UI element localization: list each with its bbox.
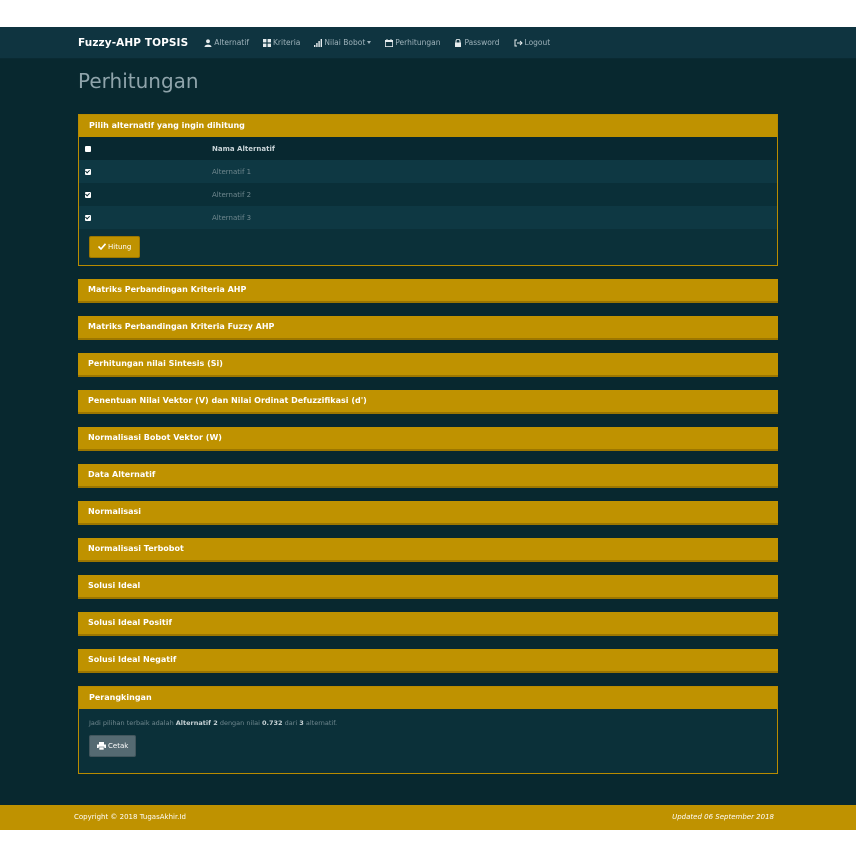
table-row: Alternatif 1 [79, 160, 777, 183]
footer: Copyright © 2018 TugasAkhir.Id Updated 0… [0, 805, 856, 830]
section-solusi-ideal[interactable]: Solusi Ideal [78, 575, 778, 599]
alternatives-table: Nama Alternatif Alternatif 1 Alternatif … [79, 137, 777, 229]
print-icon [97, 742, 106, 750]
signal-icon [314, 38, 323, 47]
ranking-heading: Perangkingan [79, 687, 777, 709]
ranking-body: Jadi pilihan terbaik adalah Alternatif 2… [79, 709, 777, 757]
section-nilai-vektor[interactable]: Penentuan Nilai Vektor (V) dan Nilai Ord… [78, 390, 778, 414]
section-normalisasi-terbobot[interactable]: Normalisasi Terbobot [78, 538, 778, 562]
select-all-cell [79, 137, 212, 160]
hitung-button-label: Hitung [108, 242, 132, 251]
nav-kriteria[interactable]: Kriteria [262, 38, 301, 47]
nav-password[interactable]: Password [454, 38, 500, 47]
nav-alternatif-label: Alternatif [214, 38, 249, 47]
result-prefix: Jadi pilihan terbaik adalah [89, 719, 174, 727]
nav-password-label: Password [464, 38, 500, 47]
caret-down-icon [367, 41, 372, 44]
select-all-checkbox[interactable] [85, 145, 91, 152]
nav-nilai-bobot-dropdown[interactable]: Nilai Bobot [314, 38, 372, 47]
user-icon [204, 38, 212, 47]
result-suffix: alternatif. [305, 719, 338, 727]
table-row: Alternatif 2 [79, 183, 777, 206]
nav-logout-label: Logout [524, 38, 551, 47]
best-alternative: Alternatif 2 [175, 719, 218, 727]
row-checkbox-cell [79, 183, 212, 206]
nav-logout[interactable]: Logout [514, 38, 551, 47]
section-solusi-ideal-positif[interactable]: Solusi Ideal Positif [78, 612, 778, 636]
alternative-count: 3 [299, 719, 304, 727]
row-checkbox[interactable] [85, 168, 91, 175]
page-title: Perhitungan [78, 69, 199, 93]
calendar-icon [385, 38, 394, 47]
cetak-button[interactable]: Cetak [89, 735, 137, 757]
result-mid: dengan nilai [219, 719, 260, 727]
app-window: Fuzzy-AHP TOPSIS Alternatif Kriteria Nil… [0, 27, 856, 830]
table-header-row: Nama Alternatif [79, 137, 777, 160]
result-from: dari [284, 719, 298, 727]
alternative-name: Alternatif 3 [212, 206, 777, 229]
grid-icon [262, 38, 271, 47]
check-icon [98, 243, 106, 250]
alternative-name: Alternatif 1 [212, 160, 777, 183]
select-panel-heading: Pilih alternatif yang ingin dihitung [79, 115, 777, 137]
nav-perhitungan-label: Perhitungan [395, 38, 441, 47]
brand-link[interactable]: Fuzzy-AHP TOPSIS [78, 37, 188, 49]
row-checkbox[interactable] [85, 214, 91, 221]
best-value: 0.732 [261, 719, 283, 727]
hitung-button-wrap: Hitung [79, 229, 777, 258]
logout-icon [514, 39, 523, 46]
section-sintesis[interactable]: Perhitungan nilai Sintesis (Si) [78, 353, 778, 377]
section-normalisasi-bobot[interactable]: Normalisasi Bobot Vektor (W) [78, 427, 778, 451]
cetak-button-label: Cetak [108, 742, 129, 750]
section-solusi-ideal-negatif[interactable]: Solusi Ideal Negatif [78, 649, 778, 673]
nav-perhitungan[interactable]: Perhitungan [385, 38, 440, 47]
ranking-panel: Perangkingan Jadi pilihan terbaik adalah… [78, 686, 778, 774]
row-checkbox[interactable] [85, 191, 91, 198]
nav-kriteria-label: Kriteria [272, 38, 301, 47]
footer-updated: Updated 06 September 2018 [672, 813, 774, 821]
select-alternatives-panel: Pilih alternatif yang ingin dihitung Nam… [78, 114, 778, 266]
row-checkbox-cell [79, 206, 212, 229]
nav-alternatif[interactable]: Alternatif [204, 38, 249, 47]
column-header-nama: Nama Alternatif [212, 137, 777, 160]
navbar: Fuzzy-AHP TOPSIS Alternatif Kriteria Nil… [0, 27, 856, 59]
footer-copyright: Copyright © 2018 TugasAkhir.Id [74, 813, 186, 821]
row-checkbox-cell [79, 160, 212, 183]
table-row: Alternatif 3 [79, 206, 777, 229]
section-normalisasi[interactable]: Normalisasi [78, 501, 778, 525]
section-matriks-fuzzy-ahp[interactable]: Matriks Perbandingan Kriteria Fuzzy AHP [78, 316, 778, 340]
section-data-alternatif[interactable]: Data Alternatif [78, 464, 778, 488]
alternative-name: Alternatif 2 [212, 183, 777, 206]
hitung-button[interactable]: Hitung [89, 235, 141, 258]
ranking-result-text: Jadi pilihan terbaik adalah Alternatif 2… [89, 719, 777, 727]
nav-nilai-bobot-label: Nilai Bobot [324, 38, 366, 47]
lock-icon [455, 38, 462, 47]
section-matriks-ahp[interactable]: Matriks Perbandingan Kriteria AHP [78, 279, 778, 303]
